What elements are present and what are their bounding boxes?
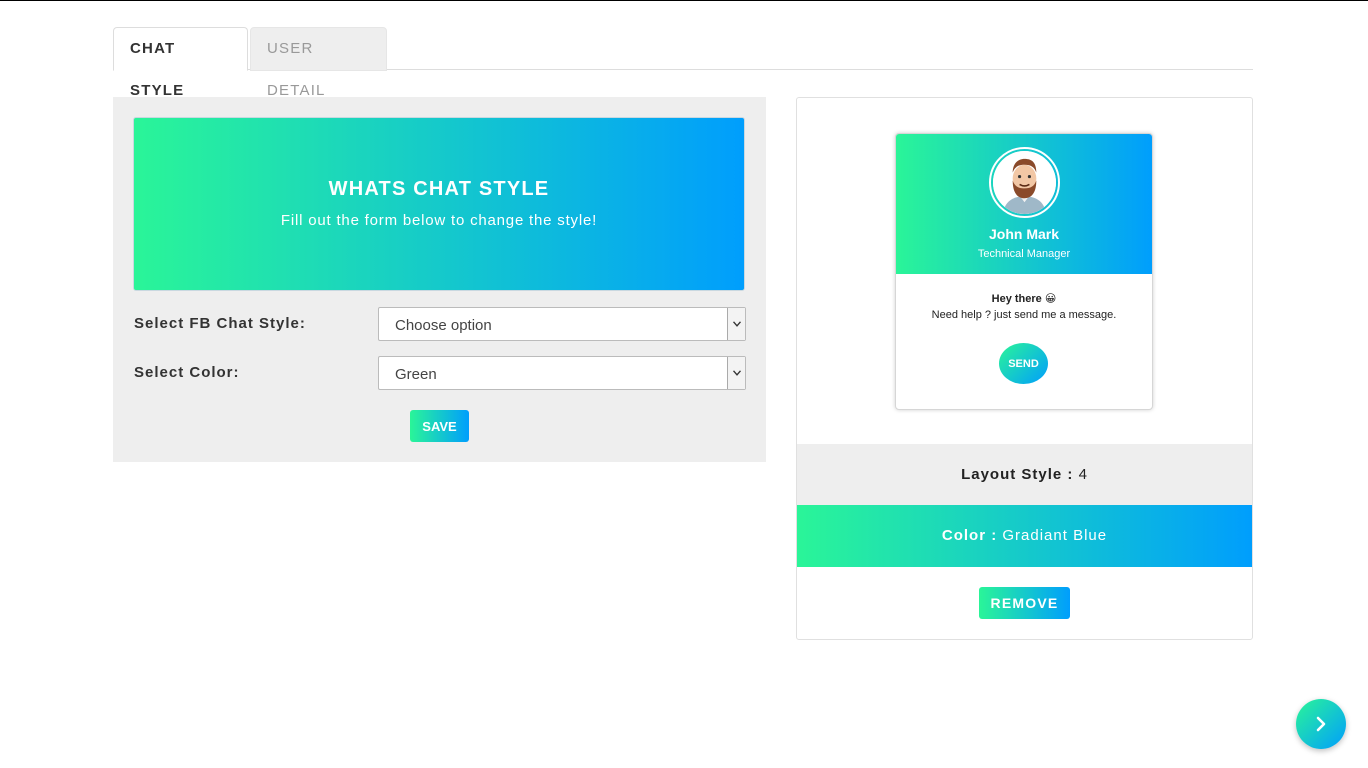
color-summary-value: Gradiant Blue [1002, 527, 1108, 544]
chevron-down-icon [727, 308, 745, 340]
hero-title: WHATS CHAT STYLE [328, 178, 550, 200]
tab-chat-style[interactable]: CHAT STYLE [113, 27, 248, 99]
card-header: John Mark Technical Manager [896, 134, 1152, 274]
color-summary-label: Color : [941, 527, 998, 544]
color-label: Select Color: [134, 364, 240, 381]
tab-bar: CHAT STYLE USER DETAIL [113, 27, 1253, 99]
avatar [989, 147, 1060, 218]
chevron-right-icon [1316, 716, 1326, 732]
greeting-text: Hey there 😀 [991, 293, 1057, 305]
style-form-panel: WHATS CHAT STYLE Fill out the form below… [113, 97, 766, 462]
hero-banner: WHATS CHAT STYLE Fill out the form below… [133, 117, 745, 291]
remove-button[interactable]: REMOVE [979, 587, 1070, 619]
color-select-value: Green [395, 366, 437, 383]
chat-style-select-value: Choose option [395, 317, 492, 334]
preview-panel: John Mark Technical Manager Hey there 😀 … [796, 97, 1253, 640]
send-button[interactable]: SEND [999, 343, 1048, 384]
chat-style-row: Select FB Chat Style: Choose option [133, 307, 746, 341]
hero-subtitle: Fill out the form below to change the st… [280, 212, 598, 229]
tab-user-detail[interactable]: USER DETAIL [250, 27, 387, 99]
save-button[interactable]: SAVE [410, 410, 469, 442]
color-select[interactable]: Green [378, 356, 746, 390]
color-summary-bar: Color : Gradiant Blue [797, 505, 1252, 567]
agent-name: John Mark [988, 226, 1059, 242]
chevron-down-icon [727, 357, 745, 389]
chat-style-label: Select FB Chat Style: [134, 315, 306, 332]
color-row: Select Color: Green [133, 356, 746, 390]
scroll-next-button[interactable] [1296, 699, 1346, 749]
layout-style-bar: Layout Style : 4 [797, 444, 1252, 505]
avatar-icon [993, 151, 1056, 214]
help-text: Need help ? just send me a message. [931, 309, 1117, 321]
layout-style-label: Layout Style : [961, 466, 1074, 483]
layout-style-value: 4 [1078, 466, 1088, 483]
chat-style-select[interactable]: Choose option [378, 307, 746, 341]
chat-preview-card: John Mark Technical Manager Hey there 😀 … [895, 133, 1153, 410]
agent-role: Technical Manager [977, 248, 1071, 260]
